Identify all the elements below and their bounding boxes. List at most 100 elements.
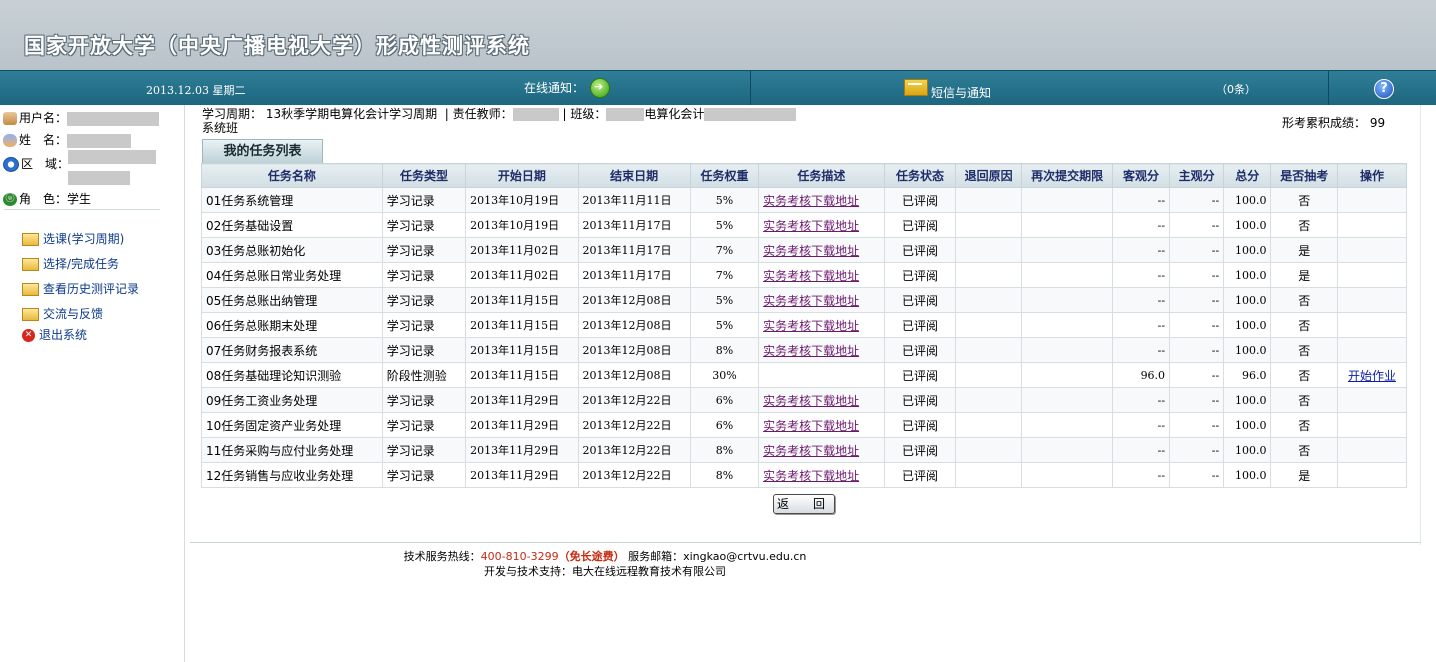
download-link[interactable]: 实务考核下载地址 — [763, 219, 859, 233]
back-button[interactable]: 返 回 — [773, 494, 835, 514]
menu-label: 查看历史测评记录 — [43, 282, 140, 296]
name-value-redacted — [67, 133, 132, 148]
end-date-cell: 2013年12月22日 — [577, 437, 691, 463]
footer-support: 开发与技术支持：电大在线远程教育技术有限公司 — [484, 565, 726, 578]
task-status-cell: 已评阅 — [883, 387, 957, 413]
column-header: 退回原因 — [955, 163, 1023, 188]
is-sampled-cell: 否 — [1270, 312, 1338, 338]
username-value-redacted — [67, 111, 160, 126]
task-type-cell: 学习记录 — [381, 212, 467, 238]
end-date-cell: 2013年11月17日 — [577, 262, 691, 288]
download-link[interactable]: 实务考核下载地址 — [763, 294, 859, 308]
menu-history[interactable]: 查看历史测评记录 — [22, 280, 139, 297]
period-label: 学习周期： — [202, 107, 263, 121]
objective-score-cell: -- — [1112, 312, 1171, 338]
total-score-cell: 100.0 — [1223, 412, 1272, 438]
task-weight-cell: 8% — [689, 462, 760, 488]
name-row: 姓 名： — [3, 131, 132, 148]
email-value[interactable]: xingkao@crtvu.edu.cn — [683, 550, 806, 563]
start-assignment-link[interactable]: 开始作业 — [1348, 369, 1396, 383]
menu-select-course[interactable]: 选课(学习周期) — [22, 230, 124, 247]
task-table: 任务名称 任务类型 开始日期 结束日期 任务权重 任务描述 任务状态 退回原因 再次提交期限 客观… — [201, 163, 1408, 488]
message-count: （0条） — [1216, 83, 1256, 96]
table-body: 01任务系统管理 学习记录 2013年10月19日 2013年11月11日 5% 实务考核… — [201, 187, 1408, 488]
class-label: 班级： — [570, 107, 607, 121]
task-description-cell: 实务考核下载地址 — [758, 412, 885, 438]
task-status-cell: 已评阅 — [883, 212, 957, 238]
operation-cell — [1336, 462, 1408, 488]
footer-divider — [190, 542, 1420, 543]
help-icon[interactable]: ? — [1374, 79, 1394, 99]
start-date-cell: 2013年11月29日 — [465, 437, 579, 463]
objective-score-cell: -- — [1112, 387, 1171, 413]
return-reason-cell — [955, 337, 1023, 363]
app-header: 国家开放大学（中央广播电视大学）形成性测评系统 — [0, 0, 1436, 70]
objective-score-cell: -- — [1112, 437, 1171, 463]
resubmit-deadline-cell — [1021, 312, 1114, 338]
total-score-cell: 100.0 — [1223, 337, 1272, 363]
table-row: 06任务总账期末处理 学习记录 2013年11月15日 2013年12月08日 5% 实务… — [201, 312, 1408, 338]
total-score-cell: 100.0 — [1223, 262, 1272, 288]
return-reason-cell — [955, 187, 1023, 213]
task-type-cell: 学习记录 — [381, 237, 467, 263]
task-type-cell: 学习记录 — [381, 312, 467, 338]
task-weight-cell: 6% — [689, 387, 760, 413]
download-link[interactable]: 实务考核下载地址 — [763, 194, 859, 208]
region-value-redacted — [68, 150, 156, 164]
task-description-cell: 实务考核下载地址 — [758, 237, 885, 263]
start-date-cell: 2013年11月15日 — [465, 287, 579, 313]
download-link[interactable]: 实务考核下载地址 — [763, 419, 859, 433]
content-border — [1420, 105, 1421, 545]
is-sampled-cell: 否 — [1270, 412, 1338, 438]
menu-logout[interactable]: ✕ 退出系统 — [22, 326, 87, 343]
menu-select-task[interactable]: 选择/完成任务 — [22, 255, 119, 272]
total-score-cell: 96.0 — [1223, 362, 1272, 388]
task-description-cell: 实务考核下载地址 — [758, 187, 885, 213]
envelope-icon[interactable] — [904, 79, 928, 96]
download-link[interactable]: 实务考核下载地址 — [763, 269, 859, 283]
region-label: 区 域： — [21, 157, 70, 171]
role-icon: ⓤ — [3, 193, 17, 206]
start-date-cell: 2013年11月02日 — [465, 237, 579, 263]
download-link[interactable]: 实务考核下载地址 — [763, 244, 859, 258]
table-row: 01任务系统管理 学习记录 2013年10月19日 2013年11月11日 5% 实务考核… — [201, 187, 1408, 213]
folder-icon — [22, 308, 39, 321]
start-date-cell: 2013年11月15日 — [465, 362, 579, 388]
menu-feedback[interactable]: 交流与反馈 — [22, 305, 103, 322]
download-link[interactable]: 实务考核下载地址 — [763, 469, 859, 483]
objective-score-cell: -- — [1112, 262, 1171, 288]
return-reason-cell — [955, 312, 1023, 338]
footer: 技术服务热线：400-810-3299（免长途费） 服务邮箱：xingkao@c… — [0, 549, 1210, 579]
username-row: 用户名： — [3, 109, 160, 126]
role-row: ⓤ 角 色：学生 — [3, 190, 91, 207]
is-sampled-cell: 否 — [1270, 387, 1338, 413]
end-date-cell: 2013年12月08日 — [577, 287, 691, 313]
is-sampled-cell: 是 — [1270, 237, 1338, 263]
subjective-score-cell: -- — [1169, 237, 1225, 263]
download-link[interactable]: 实务考核下载地址 — [763, 344, 859, 358]
operation-cell — [1336, 412, 1408, 438]
table-row: 04任务总账日常业务处理 学习记录 2013年11月02日 2013年11月17日 7%… — [201, 262, 1408, 288]
task-weight-cell: 7% — [689, 262, 760, 288]
operation-cell — [1336, 212, 1408, 238]
objective-score-cell: -- — [1112, 462, 1171, 488]
task-name-cell: 02任务基础设置 — [201, 212, 383, 238]
task-type-cell: 学习记录 — [381, 187, 467, 213]
return-reason-cell — [955, 262, 1023, 288]
operation-cell — [1336, 337, 1408, 363]
objective-score-cell: -- — [1112, 287, 1171, 313]
go-arrow-icon[interactable] — [590, 78, 610, 98]
download-link[interactable]: 实务考核下载地址 — [763, 444, 859, 458]
download-link[interactable]: 实务考核下载地址 — [763, 394, 859, 408]
total-score-cell: 100.0 — [1223, 212, 1272, 238]
subjective-score-cell: -- — [1169, 337, 1225, 363]
course-info: 学习周期： 13秋季学期电算化会计学习周期 | 责任教师： | 班级： 电算化会计… — [202, 107, 797, 135]
objective-score-cell: -- — [1112, 212, 1171, 238]
is-sampled-cell: 否 — [1270, 337, 1338, 363]
folder-icon — [22, 233, 39, 246]
download-link[interactable]: 实务考核下载地址 — [763, 319, 859, 333]
task-weight-cell: 5% — [689, 312, 760, 338]
sms-notice-link[interactable]: 短信与通知 — [931, 84, 991, 101]
return-reason-cell — [955, 362, 1023, 388]
name-label: 姓 名： — [19, 133, 68, 147]
